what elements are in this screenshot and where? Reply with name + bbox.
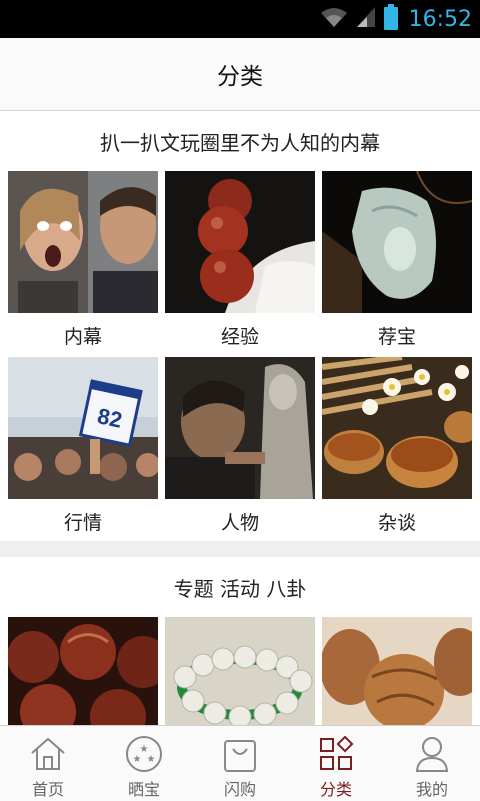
stars-icon: ★ ★ ★ [124,734,164,774]
craftsman-photo [165,357,315,499]
section-title: 扒一扒文玩圈里不为人知的内幕 [100,130,380,155]
category-item-market[interactable]: 82 行情 [8,357,158,543]
tab-label: 首页 [31,780,64,799]
tab-label: 我的 [415,780,448,799]
tea-cups-photo [322,357,472,499]
category-item-recommend[interactable]: 荐宝 [322,171,472,357]
section-topics: 专题 活动 八卦 [0,557,480,725]
category-item-experience[interactable]: 经验 [165,171,315,357]
category-label: 杂谈 [377,511,416,534]
shopping-bag-icon [220,734,260,774]
whisper-photo [8,171,158,313]
tab-flash-sale[interactable]: 闪购 [192,726,288,801]
category-label: 经验 [220,325,259,348]
category-label: 行情 [63,511,102,534]
section-divider [0,541,480,557]
svg-text:★: ★ [147,754,156,765]
svg-text:82: 82 [95,403,124,433]
section-insider: 扒一扒文玩圈里不为人知的内幕 内幕 经验 荐宝 82 行情 人物 杂谈 [0,111,480,541]
tab-label: 闪购 [223,780,256,799]
user-icon [412,734,452,774]
category-content[interactable]: 扒一扒文玩圈里不为人知的内幕 内幕 经验 荐宝 82 行情 人物 杂谈 专题 活… [0,111,480,725]
status-time: 16:52 [408,6,472,32]
walnut-beads-photo [8,617,158,725]
topic-grid [0,617,480,725]
category-item-people[interactable]: 人物 [165,357,315,543]
tab-label: 分类 [319,780,352,799]
battery-icon [383,4,399,34]
section-title: 专题 活动 八卦 [173,576,307,601]
category-label: 人物 [220,511,259,534]
topic-item[interactable] [322,617,472,725]
tab-profile[interactable]: 我的 [384,726,480,801]
category-label: 荐宝 [377,325,416,348]
category-item-insider[interactable]: 内幕 [8,171,158,357]
topic-item[interactable] [8,617,158,725]
home-icon [28,734,68,774]
bodhi-bracelet-photo [165,617,315,725]
category-grid: 内幕 经验 荐宝 82 行情 人物 杂谈 [0,171,480,543]
red-beads-photo [165,171,315,313]
wifi-icon [319,5,349,33]
category-label: 内幕 [63,325,102,348]
bottom-tab-bar: 首页 ★ ★ ★ 晒宝 闪购 分类 我的 [0,725,480,801]
tab-home[interactable]: 首页 [0,726,96,801]
tab-category[interactable]: 分类 [288,726,384,801]
walnuts-photo [322,617,472,725]
tab-showcase[interactable]: ★ ★ ★ 晒宝 [96,726,192,801]
jade-pendant-photo [322,171,472,313]
auction-paddle-photo: 82 [8,357,158,499]
svg-text:★: ★ [133,754,142,765]
category-item-chat[interactable]: 杂谈 [322,357,472,543]
status-bar: 16:52 [0,0,480,38]
category-grid-icon [316,734,356,774]
page-title: 分类 [217,64,263,90]
tab-label: 晒宝 [127,780,160,799]
signal-icon [355,5,377,33]
topic-item[interactable] [165,617,315,725]
app-header: 分类 [0,38,480,111]
